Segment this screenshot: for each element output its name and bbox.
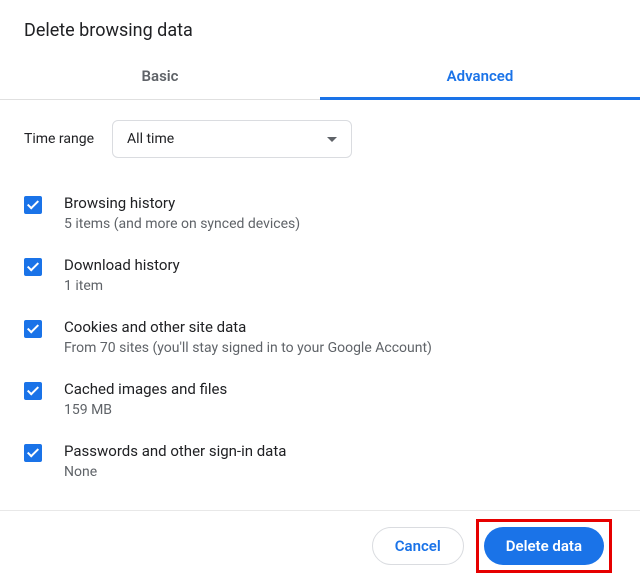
checkbox-cookies[interactable] [24, 320, 42, 338]
list-item: Download history 1 item [24, 244, 632, 306]
time-range-row: Time range All time [24, 100, 632, 182]
dialog-footer: Cancel Delete data [0, 510, 640, 580]
highlight-annotation: Delete data [476, 519, 612, 573]
list-item: Autofill form data [24, 492, 632, 500]
time-range-select[interactable]: All time [112, 120, 352, 158]
options-scroll-area[interactable]: Time range All time Browsing history 5 i… [0, 100, 640, 500]
dialog-title: Delete browsing data [0, 0, 640, 53]
time-range-value: All time [127, 131, 174, 147]
item-subtitle: None [64, 464, 286, 480]
item-title: Cookies and other site data [64, 318, 432, 336]
time-range-label: Time range [24, 131, 94, 147]
item-subtitle: 1 item [64, 278, 180, 294]
checkbox-browsing-history[interactable] [24, 196, 42, 214]
cancel-button[interactable]: Cancel [372, 527, 464, 565]
tab-advanced[interactable]: Advanced [320, 53, 640, 99]
list-item: Cached images and files 159 MB [24, 368, 632, 430]
chevron-down-icon [327, 137, 337, 142]
checkbox-cached[interactable] [24, 382, 42, 400]
tabs: Basic Advanced [0, 53, 640, 100]
item-title: Passwords and other sign-in data [64, 442, 286, 460]
item-title: Browsing history [64, 194, 300, 212]
item-subtitle: 5 items (and more on synced devices) [64, 216, 300, 232]
item-title: Download history [64, 256, 180, 274]
item-title: Cached images and files [64, 380, 227, 398]
checkbox-passwords[interactable] [24, 444, 42, 462]
item-subtitle: From 70 sites (you'll stay signed in to … [64, 340, 432, 356]
list-item: Browsing history 5 items (and more on sy… [24, 182, 632, 244]
list-item: Passwords and other sign-in data None [24, 430, 632, 492]
tab-basic[interactable]: Basic [0, 53, 320, 99]
list-item: Cookies and other site data From 70 site… [24, 306, 632, 368]
item-subtitle: 159 MB [64, 402, 227, 418]
checkbox-download-history[interactable] [24, 258, 42, 276]
delete-data-button[interactable]: Delete data [484, 527, 604, 565]
